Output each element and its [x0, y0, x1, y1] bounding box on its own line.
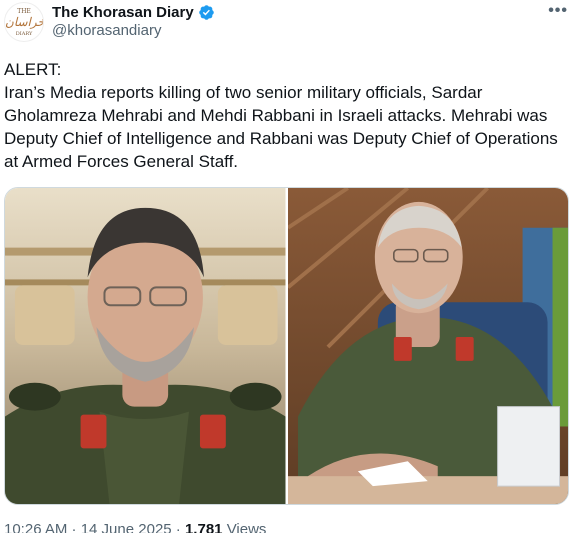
footer-separator: ·: [175, 521, 185, 533]
avatar-logo-bottom: DIARY: [15, 31, 33, 37]
tweet-line-body: Iran’s Media reports killing of two seni…: [4, 83, 558, 171]
display-name[interactable]: The Khorasan Diary: [52, 4, 194, 21]
views-label: Views: [226, 521, 267, 533]
left-portrait-illustration: [5, 188, 286, 504]
tweet-media: [4, 187, 569, 505]
views-count: 1,781: [184, 521, 223, 533]
tweet-line-alert: ALERT:: [4, 60, 62, 79]
avatar-logo-mark: خراسان: [5, 15, 44, 29]
name-row: The Khorasan Diary: [52, 3, 215, 21]
tweet-text: ALERT: Iran’s Media reports killing of t…: [4, 58, 576, 173]
right-portrait-illustration: [287, 188, 568, 504]
avatar-logo-top: THE: [17, 8, 31, 15]
account-handle[interactable]: @khorasandiary: [52, 22, 161, 39]
left-portrait-photo[interactable]: [5, 188, 286, 504]
verified-badge-icon: [198, 4, 214, 20]
avatar[interactable]: THE خراسان DIARY: [4, 2, 44, 42]
right-portrait-photo[interactable]: [287, 188, 568, 504]
tweet-footer: 10:26 AM · 14 June 2025 · 1,781 Views: [4, 521, 266, 533]
more-options-icon[interactable]: •••: [548, 2, 568, 20]
tweet-timestamp[interactable]: 10:26 AM · 14 June 2025: [4, 521, 172, 533]
tweet-header: THE خراسان DIARY The Khorasan Diary @kho…: [0, 0, 584, 48]
